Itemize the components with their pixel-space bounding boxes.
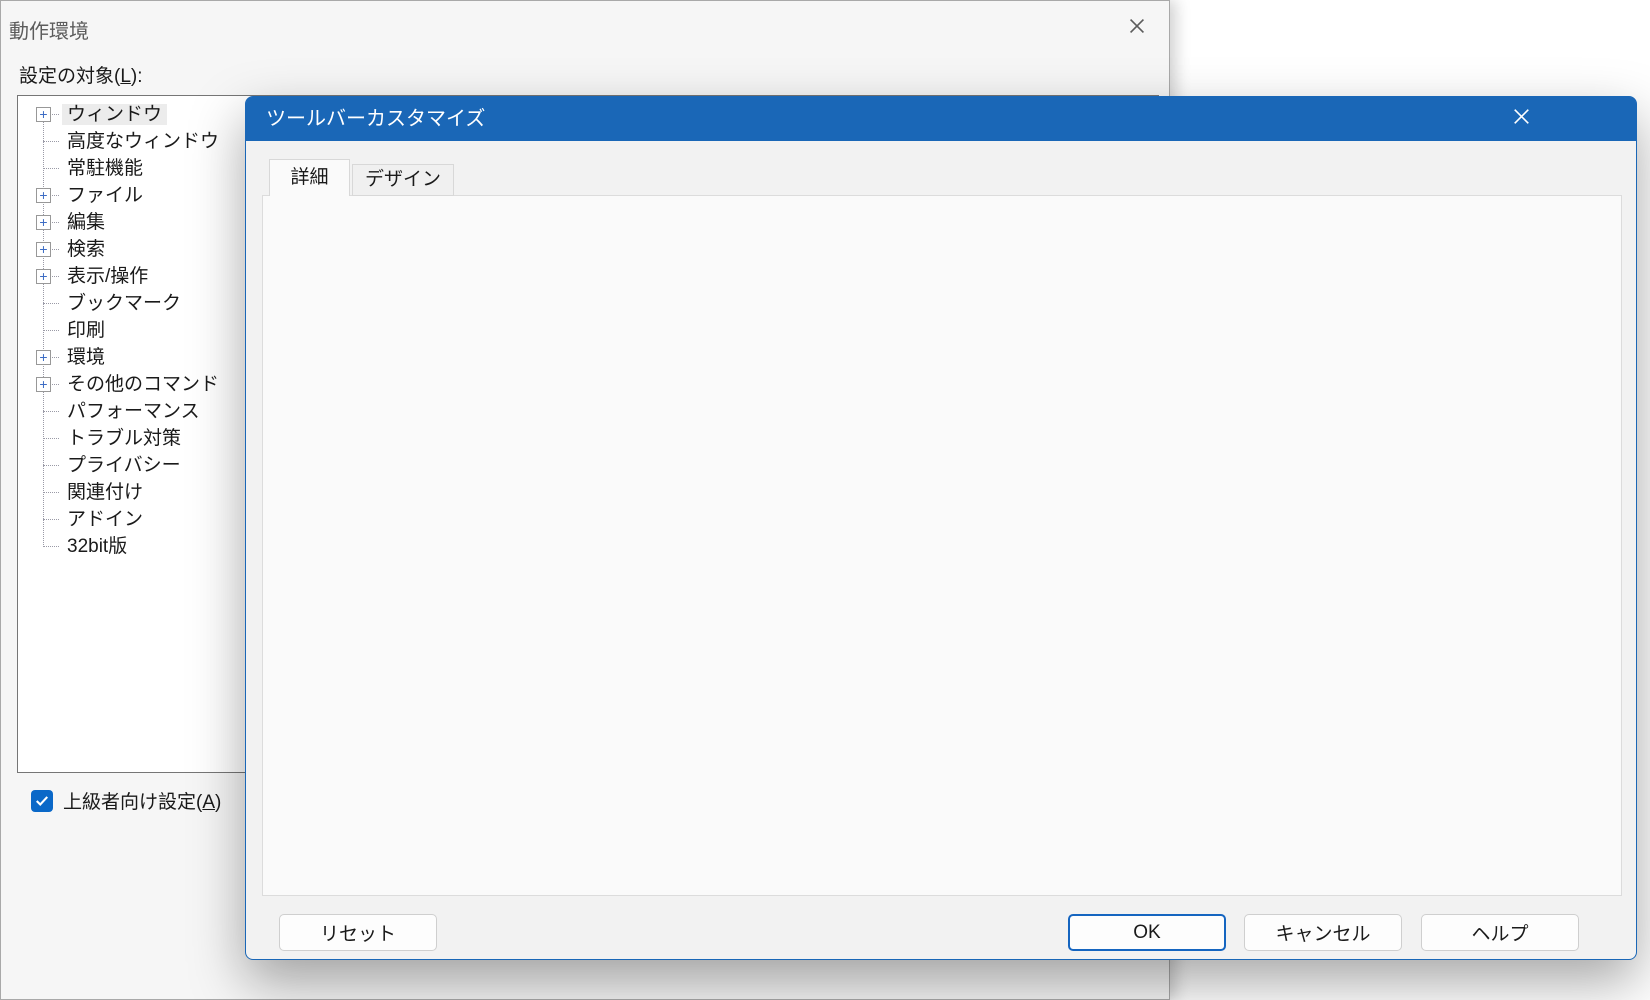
tab-panel [262, 195, 1622, 896]
tab-design[interactable]: デザイン [352, 164, 454, 196]
tree-item-label[interactable]: 常駐機能 [62, 158, 148, 179]
tab-strip: 詳細 デザイン [269, 159, 454, 196]
tree-expand-icon[interactable]: + [36, 377, 51, 392]
tree-expand-icon[interactable]: + [36, 242, 51, 257]
tree-item-label[interactable]: 関連付け [62, 482, 148, 503]
title-bar: ツールバーカスタマイズ [246, 97, 1636, 141]
advanced-settings-row: 上級者向け設定(A) [31, 787, 221, 814]
close-button[interactable] [1502, 101, 1540, 137]
tree-expand-icon[interactable]: + [36, 188, 51, 203]
tab-detail[interactable]: 詳細 [269, 159, 350, 196]
close-icon [1128, 17, 1146, 40]
tree-item-label[interactable]: 高度なウィンドウ [62, 131, 224, 152]
tree-item-label[interactable]: 表示/操作 [62, 266, 153, 287]
tree-expand-icon[interactable]: + [36, 107, 51, 122]
ok-button[interactable]: OK [1068, 914, 1226, 951]
help-button[interactable]: ヘルプ [1421, 914, 1579, 951]
tree-item-label[interactable]: ブックマーク [62, 293, 186, 314]
dialog-title: 動作環境 [9, 15, 89, 44]
check-icon [35, 795, 49, 807]
tree-item-label[interactable]: 環境 [62, 347, 110, 368]
tree-item-label[interactable]: 検索 [62, 239, 110, 260]
tree-item-label[interactable]: 印刷 [62, 320, 110, 341]
reset-button[interactable]: リセット [279, 914, 437, 951]
tree-expand-icon[interactable]: + [36, 350, 51, 365]
tree-item-label[interactable]: 32bit版 [62, 536, 132, 557]
toolbar-customize-dialog: ツールバーカスタマイズ 詳細 デザイン ツールバー(T): (空白)マクロ72:… [245, 96, 1637, 960]
tree-item-label[interactable]: ファイル [62, 185, 148, 206]
close-icon [1512, 107, 1531, 131]
cancel-button[interactable]: キャンセル [1244, 914, 1402, 951]
advanced-settings-label: 上級者向け設定(A) [63, 787, 221, 814]
dialog-title: ツールバーカスタマイズ [266, 97, 485, 141]
tree-item-label[interactable]: パフォーマンス [62, 401, 205, 422]
tree-item-label[interactable]: トラブル対策 [62, 428, 186, 449]
tree-item-label[interactable]: プライバシー [62, 455, 186, 476]
tree-item-label[interactable]: ウィンドウ [62, 104, 167, 125]
settings-target-label: 設定の対象(L): [19, 61, 143, 88]
tree-item-label[interactable]: その他のコマンド [62, 374, 224, 395]
tree-expand-icon[interactable]: + [36, 269, 51, 284]
tree-expand-icon[interactable]: + [36, 215, 51, 230]
tree-item-label[interactable]: アドイン [62, 509, 148, 530]
advanced-settings-checkbox[interactable] [31, 790, 53, 812]
tree-item-label[interactable]: 編集 [62, 212, 110, 233]
close-button[interactable] [1119, 11, 1155, 45]
